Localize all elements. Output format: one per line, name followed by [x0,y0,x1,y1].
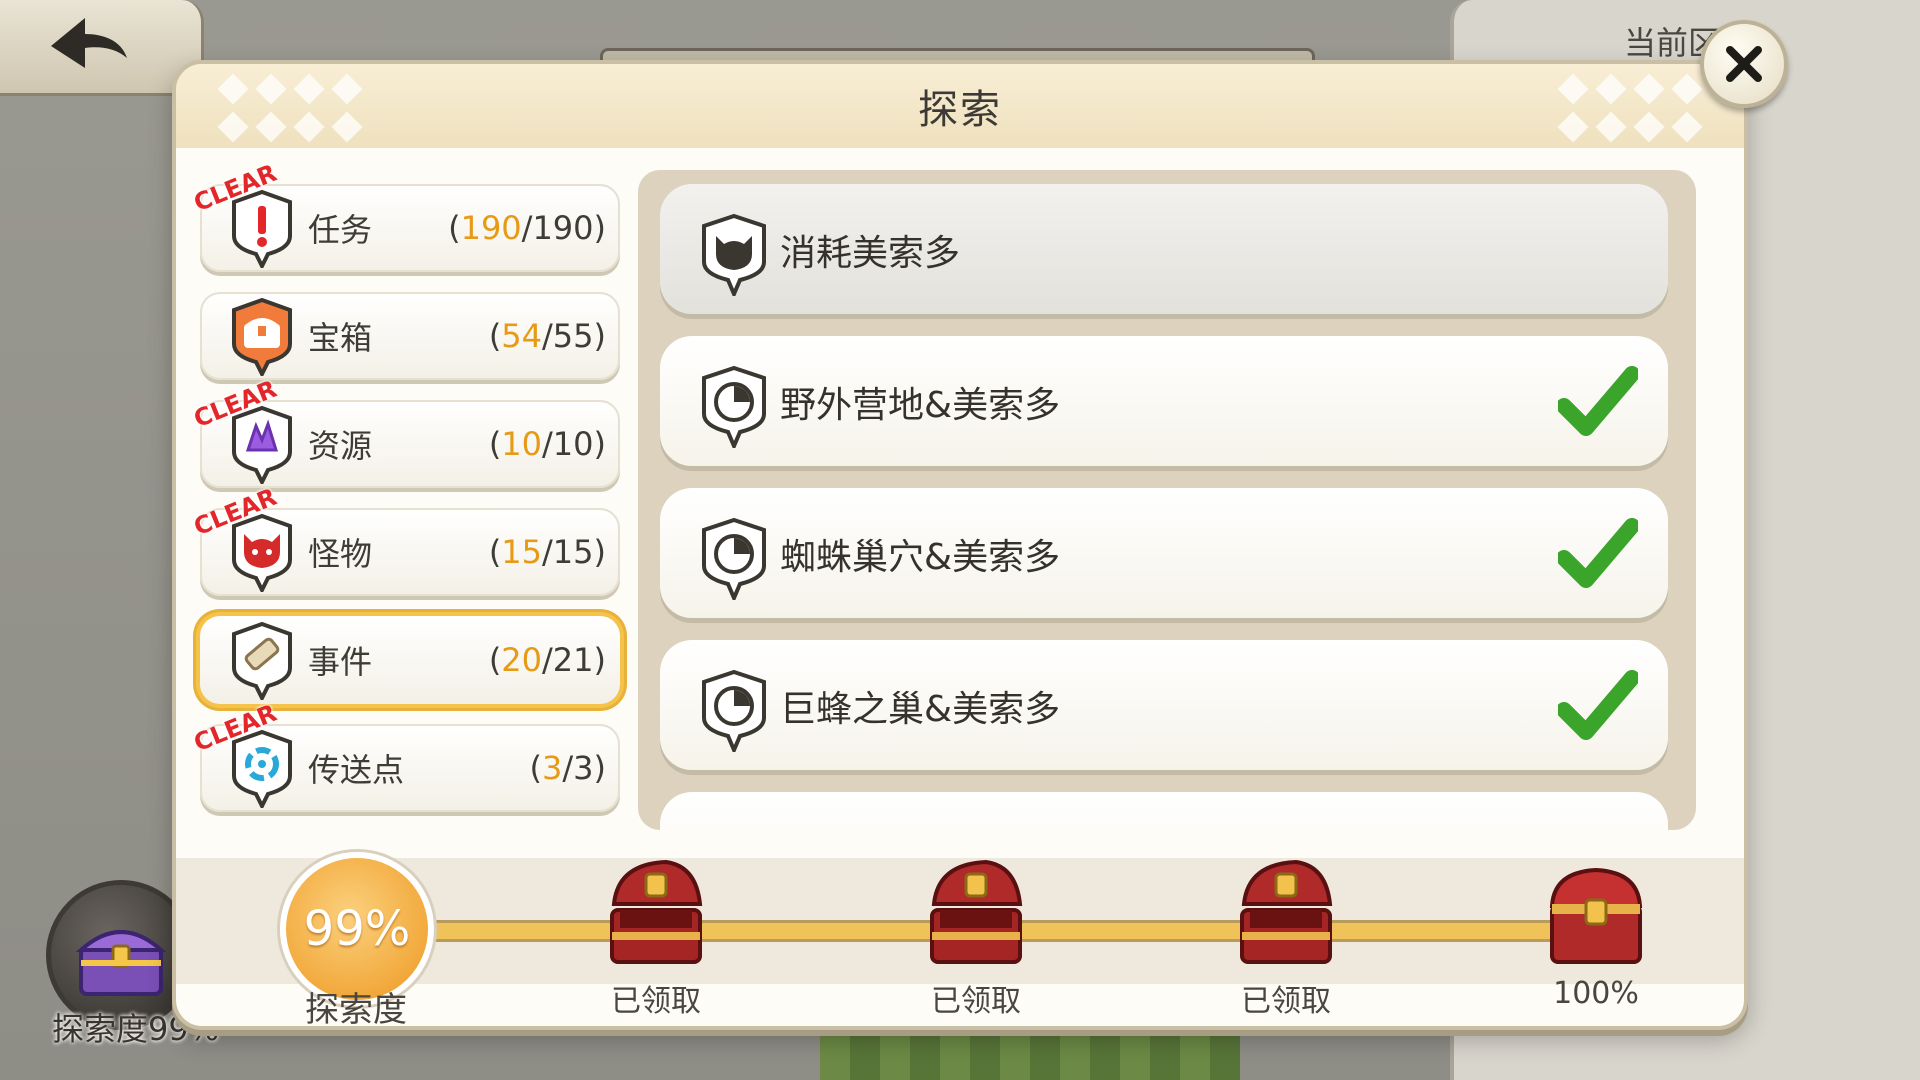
exploration-progress-caption: 探索度 [305,990,407,1030]
event-icon [232,621,292,700]
event-item[interactable]: 野外营地&美索多 [660,336,1668,466]
category-count: (54/55) [488,317,606,355]
checkmark-icon [1558,670,1638,740]
category-count: (15/15) [488,533,606,571]
dialog-header: 探索 [176,64,1744,148]
category-label: 怪物 [308,535,373,573]
event-label: 蜘蛛巢穴&美索多 [780,537,1061,578]
category-count: (3/3) [529,749,606,787]
event-item[interactable]: 消耗美索多 [660,184,1668,314]
event-list[interactable]: 消耗美索多 野外营地&美索多 蜘蛛巢穴&美索多 巨蜂之巢&美索多 [638,170,1696,830]
clock-icon [702,669,766,752]
demon-icon [702,213,766,296]
close-icon [1726,46,1762,82]
dialog-title: 探索 [918,87,1002,133]
reward-status-label: 100% [1553,976,1639,1011]
category-resource[interactable]: CLEAR 资源 (10/10) [190,375,620,488]
category-event[interactable]: 事件 (20/21) [200,616,620,704]
event-item-partial[interactable] [660,792,1668,830]
closed-chest-icon[interactable] [1536,854,1656,974]
reward-status-label: 已领取 [611,984,701,1019]
category-chest[interactable]: 宝箱 (54/55) [200,292,620,380]
event-item[interactable]: 巨蜂之巢&美索多 [660,640,1668,770]
checkmark-icon [1558,518,1638,588]
treasure-chest-icon [75,930,167,996]
category-label: 事件 [308,643,373,681]
close-button[interactable] [1700,20,1788,108]
open-chest-icon[interactable] [916,854,1036,974]
category-teleport[interactable]: CLEAR 传送点 (3/3) [190,699,620,812]
category-list: CLEAR 任务 (190/190) 宝箱 (54/55) CLEAR 资源 (… [190,159,620,832]
checkmark-icon [1558,366,1638,436]
reward-status-label: 已领取 [1241,984,1331,1019]
header-decoration [1556,72,1704,144]
chest-icon [232,297,292,376]
reward-status-label: 已领取 [931,984,1021,1019]
clock-icon [702,365,766,448]
header-decoration [216,72,364,144]
category-label: 传送点 [308,751,405,789]
back-arrow-icon [50,17,127,68]
category-quest[interactable]: CLEAR 任务 (190/190) [190,159,620,272]
category-count: (20/21) [488,641,606,679]
event-label: 消耗美索多 [780,233,961,274]
event-item[interactable]: 蜘蛛巢穴&美索多 [660,488,1668,618]
category-monster[interactable]: CLEAR 怪物 (15/15) [190,483,620,596]
category-label: 宝箱 [308,319,373,357]
clock-icon [702,517,766,600]
event-label: 巨蜂之巢&美索多 [780,689,1061,730]
event-label: 野外营地&美索多 [780,385,1061,426]
exploration-dialog: 探索 CLEAR 任务 (190/190) 宝箱 (54/55) CLEAR 资… [172,60,1748,1030]
exploration-progress-value: 99% [303,901,411,957]
category-count: (10/10) [488,425,606,463]
category-count: (190/190) [448,209,606,247]
category-label: 任务 [308,211,373,249]
category-label: 资源 [308,427,373,465]
open-chest-icon[interactable] [1226,854,1346,974]
open-chest-icon[interactable] [596,854,716,974]
